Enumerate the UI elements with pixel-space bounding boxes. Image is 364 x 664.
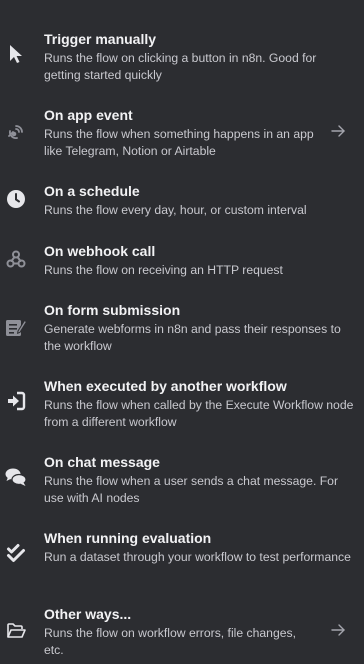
trigger-title: When running evaluation <box>44 530 212 546</box>
trigger-item-other[interactable]: Other ways... Runs the flow on workflow … <box>0 605 364 661</box>
trigger-description: Generate webforms in n8n and pass their … <box>44 322 341 353</box>
trigger-description: Run a dataset through your workflow to t… <box>44 550 351 564</box>
arrow-right-icon <box>330 622 346 638</box>
trigger-description: Runs the flow when a user sends a chat m… <box>44 474 339 505</box>
trigger-description: Runs the flow when called by the Execute… <box>44 398 354 429</box>
trigger-description: Runs the flow on receiving an HTTP reque… <box>44 263 283 277</box>
check-double-icon <box>4 541 28 565</box>
clock-icon <box>4 187 28 211</box>
trigger-title: On a schedule <box>44 183 140 199</box>
trigger-item-form[interactable]: On form submission Generate webforms in … <box>0 301 364 357</box>
trigger-item-webhook[interactable]: On webhook call Runs the flow on receivi… <box>0 242 364 282</box>
folder-open-icon <box>4 619 28 643</box>
trigger-title: On app event <box>44 107 133 123</box>
trigger-list: Trigger manually Runs the flow on clicki… <box>0 0 364 664</box>
sign-in-icon <box>4 389 28 413</box>
form-icon <box>4 315 28 339</box>
trigger-title: Other ways... <box>44 606 132 622</box>
trigger-item-evaluation[interactable]: When running evaluation Run a dataset th… <box>0 529 364 585</box>
mouse-pointer-icon <box>4 42 28 66</box>
comments-icon <box>4 465 28 489</box>
trigger-description: Runs the flow on workflow errors, file c… <box>44 626 296 657</box>
trigger-description: Runs the flow on clicking a button in n8… <box>44 51 317 82</box>
trigger-title: On chat message <box>44 454 160 470</box>
trigger-title: On webhook call <box>44 243 156 259</box>
trigger-item-manual[interactable]: Trigger manually Runs the flow on clicki… <box>0 30 364 86</box>
trigger-item-schedule[interactable]: On a schedule Runs the flow every day, h… <box>0 182 364 222</box>
trigger-title: Trigger manually <box>44 31 157 47</box>
trigger-description: Runs the flow when something happens in … <box>44 127 314 158</box>
trigger-title: When executed by another workflow <box>44 378 287 394</box>
arrow-right-icon <box>330 123 346 139</box>
trigger-item-chat[interactable]: On chat message Runs the flow when a use… <box>0 453 364 509</box>
trigger-item-executed-by-workflow[interactable]: When executed by another workflow Runs t… <box>0 377 364 433</box>
trigger-description: Runs the flow every day, hour, or custom… <box>44 203 307 217</box>
satellite-dish-icon <box>4 120 28 144</box>
trigger-item-app-event[interactable]: On app event Runs the flow when somethin… <box>0 106 364 162</box>
webhook-icon <box>4 247 28 271</box>
trigger-title: On form submission <box>44 302 181 318</box>
